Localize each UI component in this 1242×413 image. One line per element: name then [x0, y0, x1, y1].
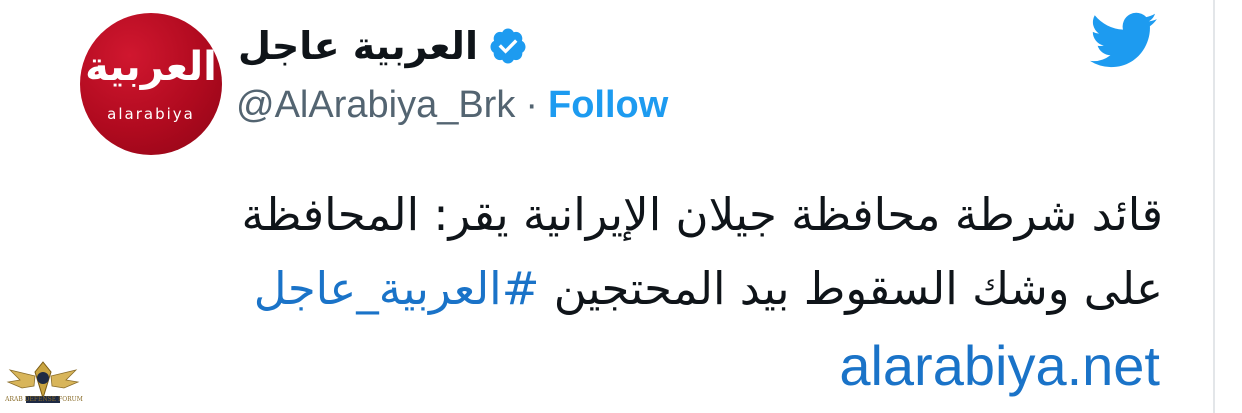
tweet-line-2-text: على وشك السقوط بيد المحتجين: [539, 262, 1163, 315]
avatar-logo-arabic: العربية: [85, 44, 217, 90]
article-link[interactable]: alarabiya.net: [600, 326, 1160, 406]
avatar-logo-latin: alarabiya: [107, 105, 195, 123]
twitter-bird-icon[interactable]: [1090, 12, 1158, 70]
account-name[interactable]: العربية عاجل: [238, 22, 478, 70]
tweet-text: قائد شرطة محافظة جيلان الإيرانية يقر: ال…: [120, 178, 1163, 326]
tweet-line-2: على وشك السقوط بيد المحتجين #العربية_عاج…: [120, 252, 1163, 326]
account-handle[interactable]: @AlArabiya_Brk: [236, 84, 515, 127]
watermark-text: ARAB DEFENSE FORUM: [5, 396, 83, 403]
verified-badge-icon: [490, 28, 526, 64]
tweet-card: العربية alarabiya العربية عاجل @AlArabiy…: [0, 0, 1215, 413]
separator-dot: ·: [525, 83, 538, 126]
account-name-row: العربية عاجل: [238, 20, 528, 72]
avatar[interactable]: العربية alarabiya: [80, 13, 222, 155]
tweet-line-1: قائد شرطة محافظة جيلان الإيرانية يقر: ال…: [241, 188, 1163, 241]
hashtag-link[interactable]: #العربية_عاجل: [254, 262, 540, 315]
follow-button[interactable]: Follow: [548, 84, 668, 127]
account-handle-row: @AlArabiya_Brk · Follow: [236, 80, 668, 130]
